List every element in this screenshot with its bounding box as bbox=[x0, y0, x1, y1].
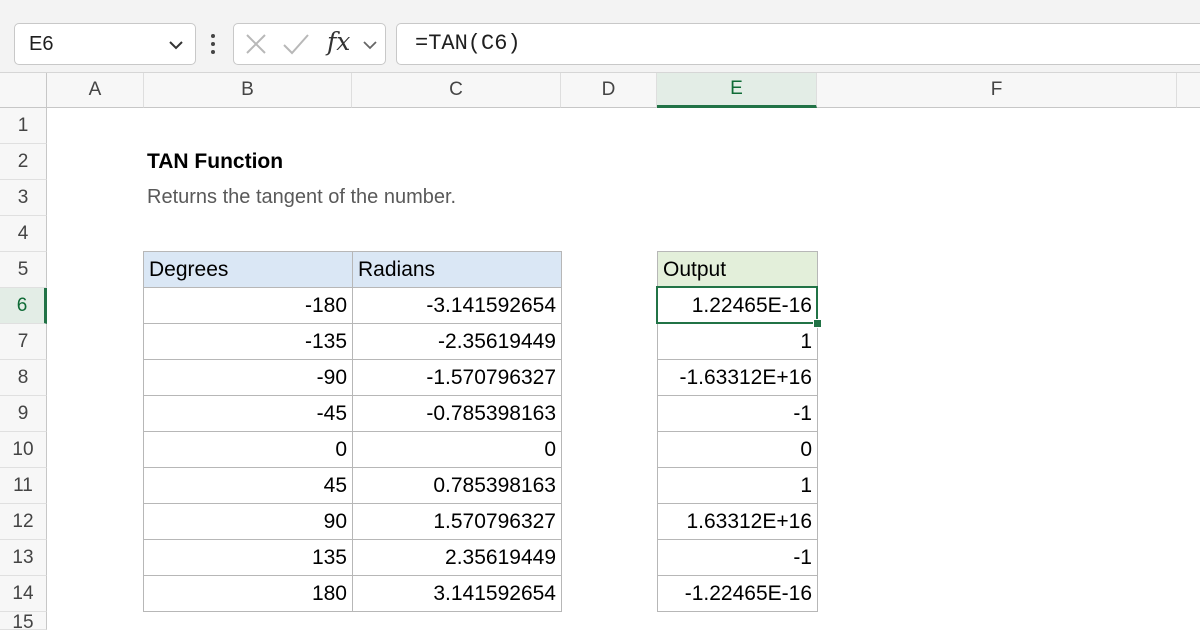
formula-bar: E6 fx =TAN(C6) bbox=[0, 8, 1200, 73]
output-cell[interactable]: 1 bbox=[657, 323, 818, 360]
row-header-8[interactable]: 8 bbox=[0, 360, 47, 396]
sheet-title[interactable]: TAN Function bbox=[147, 150, 283, 174]
header-cell-output[interactable]: Output bbox=[657, 251, 818, 288]
column-header-b[interactable]: B bbox=[144, 73, 352, 108]
row-header-14[interactable]: 14 bbox=[0, 576, 47, 612]
degrees-cell[interactable]: 0 bbox=[143, 431, 353, 468]
column-header-d[interactable]: D bbox=[561, 73, 657, 108]
degrees-cell[interactable]: 180 bbox=[143, 575, 353, 612]
insert-function-button[interactable]: fx bbox=[327, 27, 350, 56]
fill-handle[interactable] bbox=[813, 319, 822, 328]
output-cell[interactable]: -1 bbox=[657, 395, 818, 432]
column-header-g[interactable] bbox=[1177, 73, 1200, 108]
row-header-7[interactable]: 7 bbox=[0, 324, 47, 360]
column-header-f[interactable]: F bbox=[817, 73, 1177, 108]
row-header-5[interactable]: 5 bbox=[0, 252, 47, 288]
column-header-a[interactable]: A bbox=[47, 73, 144, 108]
row-header-2[interactable]: 2 bbox=[0, 144, 47, 180]
degrees-cell[interactable]: -45 bbox=[143, 395, 353, 432]
enter-check-icon[interactable] bbox=[282, 32, 310, 56]
radians-cell[interactable]: 0 bbox=[352, 431, 562, 468]
output-cell[interactable]: -1 bbox=[657, 539, 818, 576]
output-cell[interactable]: 1.22465E-16 bbox=[657, 287, 818, 324]
row-header-9[interactable]: 9 bbox=[0, 396, 47, 432]
output-cell[interactable]: 1.63312E+16 bbox=[657, 503, 818, 540]
formula-text: =TAN(C6) bbox=[415, 31, 521, 56]
name-box[interactable]: E6 bbox=[14, 23, 196, 65]
name-box-value: E6 bbox=[29, 33, 54, 55]
formula-input[interactable]: =TAN(C6) bbox=[396, 23, 1200, 65]
degrees-cell[interactable]: 135 bbox=[143, 539, 353, 576]
row-header-3[interactable]: 3 bbox=[0, 180, 47, 216]
degrees-cell[interactable]: -180 bbox=[143, 287, 353, 324]
output-cell[interactable]: 1 bbox=[657, 467, 818, 504]
column-header-e[interactable]: E bbox=[657, 73, 817, 108]
radians-cell[interactable]: -2.35619449 bbox=[352, 323, 562, 360]
row-header-6[interactable]: 6 bbox=[0, 288, 47, 324]
degrees-cell[interactable]: -135 bbox=[143, 323, 353, 360]
row-header-12[interactable]: 12 bbox=[0, 504, 47, 540]
degrees-cell[interactable]: -90 bbox=[143, 359, 353, 396]
window-top-band bbox=[0, 0, 1200, 8]
row-header-4[interactable]: 4 bbox=[0, 216, 47, 252]
output-cell[interactable]: -1.63312E+16 bbox=[657, 359, 818, 396]
row-header-13[interactable]: 13 bbox=[0, 540, 47, 576]
formula-actions: fx bbox=[233, 23, 386, 65]
radians-cell[interactable]: -1.570796327 bbox=[352, 359, 562, 396]
row-header-10[interactable]: 10 bbox=[0, 432, 47, 468]
select-all-corner[interactable] bbox=[0, 73, 47, 108]
radians-cell[interactable]: -0.785398163 bbox=[352, 395, 562, 432]
header-cell-radians[interactable]: Radians bbox=[352, 251, 562, 288]
degrees-cell[interactable]: 90 bbox=[143, 503, 353, 540]
radians-cell[interactable]: 1.570796327 bbox=[352, 503, 562, 540]
output-cell[interactable]: 0 bbox=[657, 431, 818, 468]
column-header-c[interactable]: C bbox=[352, 73, 561, 108]
chevron-down-icon[interactable] bbox=[167, 36, 185, 54]
cancel-icon[interactable] bbox=[244, 32, 268, 56]
radians-cell[interactable]: 2.35619449 bbox=[352, 539, 562, 576]
more-options-icon[interactable] bbox=[206, 24, 220, 64]
output-cell[interactable]: -1.22465E-16 bbox=[657, 575, 818, 612]
row-header-1[interactable]: 1 bbox=[0, 108, 47, 144]
radians-cell[interactable]: -3.141592654 bbox=[352, 287, 562, 324]
chevron-down-icon[interactable] bbox=[362, 37, 378, 53]
radians-cell[interactable]: 0.785398163 bbox=[352, 467, 562, 504]
row-header-15[interactable]: 15 bbox=[0, 612, 47, 630]
row-header-11[interactable]: 11 bbox=[0, 468, 47, 504]
degrees-cell[interactable]: 45 bbox=[143, 467, 353, 504]
header-cell-degrees[interactable]: Degrees bbox=[143, 251, 353, 288]
sheet-subtitle[interactable]: Returns the tangent of the number. bbox=[147, 186, 456, 209]
radians-cell[interactable]: 3.141592654 bbox=[352, 575, 562, 612]
